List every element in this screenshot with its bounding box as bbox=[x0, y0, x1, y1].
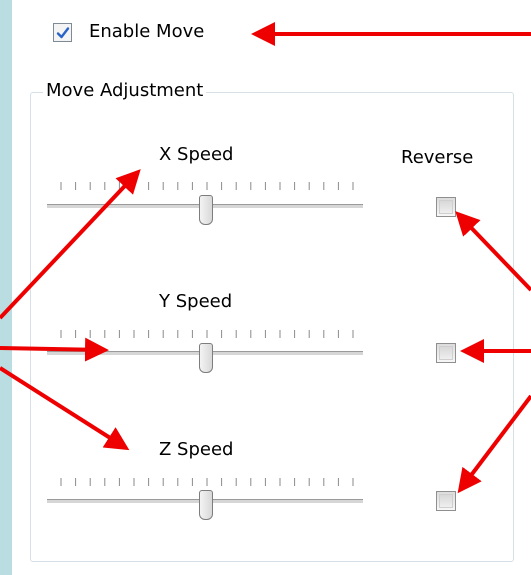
z-speed-ticks bbox=[60, 478, 354, 486]
z-speed-label: Z Speed bbox=[159, 439, 234, 460]
x-speed-label: X Speed bbox=[159, 144, 234, 165]
x-speed-slider-thumb[interactable] bbox=[199, 195, 213, 225]
y-reverse-checkbox[interactable] bbox=[436, 343, 456, 363]
y-speed-label: Y Speed bbox=[159, 291, 233, 312]
x-reverse-checkbox[interactable] bbox=[436, 197, 456, 217]
z-reverse-checkbox[interactable] bbox=[436, 491, 456, 511]
enable-move-label: Enable Move bbox=[89, 21, 205, 42]
enable-move-checkbox[interactable] bbox=[53, 23, 72, 42]
z-speed-slider-thumb[interactable] bbox=[199, 490, 213, 520]
x-speed-ticks bbox=[60, 182, 354, 190]
y-speed-slider-thumb[interactable] bbox=[199, 343, 213, 373]
y-speed-ticks bbox=[60, 330, 354, 338]
reverse-header: Reverse bbox=[401, 147, 474, 168]
move-adjustment-title: Move Adjustment bbox=[43, 80, 207, 102]
checkmark-icon bbox=[56, 27, 70, 39]
